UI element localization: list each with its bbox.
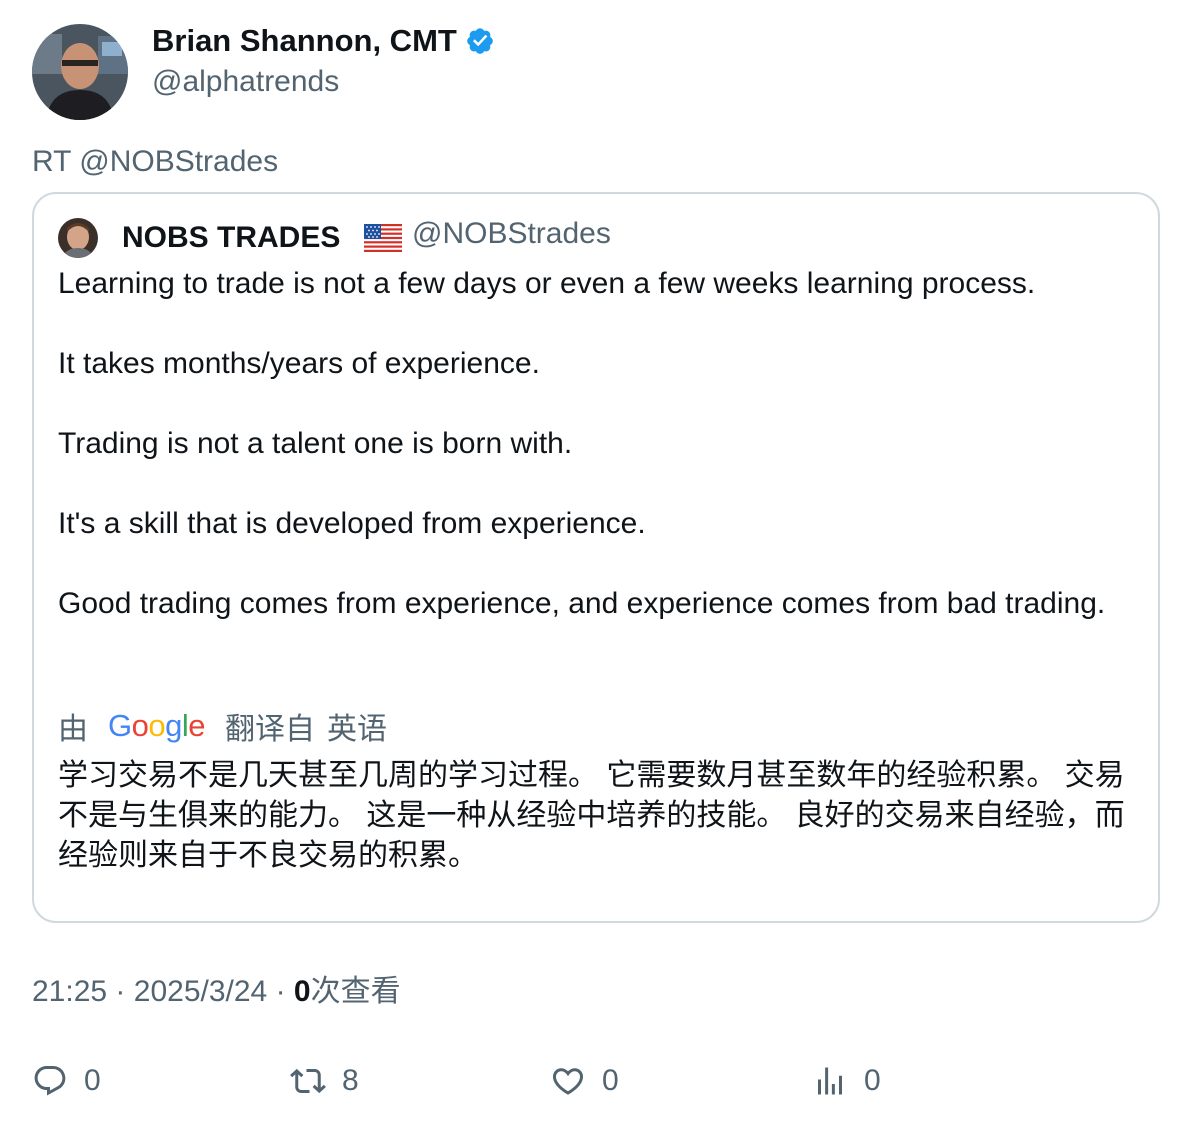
quoted-paragraph: Learning to trade is not a few days or e… bbox=[58, 267, 1036, 300]
retweet-prefix: RT @NOBStrades bbox=[32, 145, 279, 178]
quoted-author-handle[interactable]: @NOBStrades bbox=[412, 214, 611, 254]
retweet-icon bbox=[290, 1068, 326, 1094]
quoted-tweet-text: Learning to trade is not a few days or e… bbox=[58, 264, 1138, 624]
translated-text: 学习交易不是几天甚至几周的学习过程。 它需要数月甚至数年的经验积累。 交易不是与… bbox=[58, 759, 1125, 872]
tweet-date[interactable]: 2025/3/24 bbox=[134, 975, 267, 1008]
verified-badge-icon bbox=[465, 26, 495, 56]
quoted-author-avatar[interactable] bbox=[58, 218, 98, 258]
author-avatar[interactable] bbox=[32, 24, 128, 120]
meta-separator: · bbox=[115, 975, 126, 1008]
meta-separator: · bbox=[275, 975, 286, 1008]
tweet-meta: 21:25 · 2025/3/24 · 0次查看 bbox=[32, 974, 401, 1010]
like-count: 0 bbox=[602, 1064, 619, 1097]
reply-count: 0 bbox=[84, 1064, 101, 1097]
views-button[interactable]: 0 bbox=[812, 1056, 881, 1106]
quoted-paragraph: Good trading comes from experience, and … bbox=[58, 587, 1106, 620]
tweet-time[interactable]: 21:25 bbox=[32, 975, 107, 1008]
views-label: 次查看 bbox=[310, 975, 401, 1008]
source-language: 英语 bbox=[327, 713, 388, 746]
quoted-tweet-card[interactable]: NOBS TRADES @NOBStrades Learning to trad… bbox=[32, 192, 1160, 923]
quoted-paragraph: It takes months/years of experience. bbox=[58, 347, 540, 380]
author-name-text[interactable]: Brian Shannon, CMT bbox=[152, 22, 457, 60]
quoted-paragraph: Trading is not a talent one is born with… bbox=[58, 427, 573, 460]
like-button[interactable]: 0 bbox=[550, 1056, 619, 1106]
views-action-count: 0 bbox=[864, 1064, 881, 1097]
reply-button[interactable]: 0 bbox=[32, 1056, 101, 1106]
quoted-author-name[interactable]: NOBS TRADES bbox=[122, 218, 340, 258]
views-count: 0 bbox=[293, 975, 311, 1008]
google-logo-icon: Google bbox=[108, 708, 206, 743]
translation-prefix: 由 bbox=[58, 713, 88, 746]
author-name[interactable]: Brian Shannon, CMT bbox=[152, 22, 495, 60]
analytics-icon bbox=[818, 1067, 842, 1095]
retweet-button[interactable]: 8 bbox=[290, 1056, 359, 1106]
quoted-paragraph: It's a skill that is developed from expe… bbox=[58, 507, 646, 540]
heart-icon bbox=[552, 1068, 584, 1095]
author-handle[interactable]: @alphatrends bbox=[152, 64, 339, 100]
action-bar: 0 8 0 0 bbox=[32, 1056, 1152, 1106]
us-flag-icon bbox=[364, 224, 402, 252]
retweet-count: 8 bbox=[342, 1064, 359, 1097]
reply-icon bbox=[34, 1066, 66, 1096]
translation-attribution: 由 Google 翻译自 英语 bbox=[58, 706, 387, 746]
translated-from-label: 翻译自 bbox=[225, 713, 316, 746]
